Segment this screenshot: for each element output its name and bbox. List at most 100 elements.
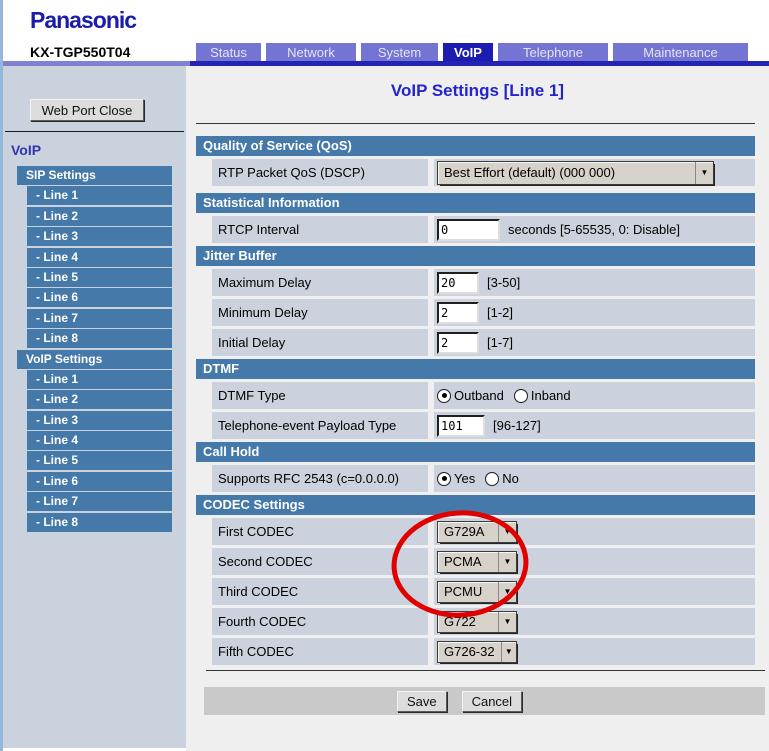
dtmf-outband-radio[interactable] bbox=[437, 388, 451, 403]
field-row-first-codec: First CODEC G729A ▼ bbox=[212, 518, 755, 545]
field-row-rtcp-interval: RTCP Interval seconds [5-65535, 0: Disab… bbox=[212, 216, 755, 243]
field-hint: [3-50] bbox=[487, 275, 521, 290]
dropdown-arrow-icon: ▼ bbox=[498, 551, 516, 572]
sidebar-item-voip-line-1[interactable]: - Line 1 bbox=[27, 369, 172, 389]
dropdown-arrow-icon: ▼ bbox=[498, 581, 516, 602]
tab-bar: Status Network System VoIP Telephone Mai… bbox=[196, 43, 748, 61]
field-label: Fourth CODEC bbox=[212, 608, 428, 635]
radio-label: Yes bbox=[454, 471, 476, 486]
tab-voip[interactable]: VoIP bbox=[443, 43, 493, 61]
sidebar-heading: VoIP bbox=[11, 142, 42, 158]
section-header-call-hold: Call Hold bbox=[196, 442, 755, 462]
sidebar-item-sip-line-5[interactable]: - Line 5 bbox=[27, 267, 172, 287]
field-hint: [1-2] bbox=[487, 305, 514, 320]
browser-page: Panasonic KX-TGP550T04 Status Network Sy… bbox=[0, 0, 769, 751]
field-row-dtmf-type: DTMF Type Outband Inband bbox=[212, 382, 755, 409]
tab-maintenance[interactable]: Maintenance bbox=[613, 43, 748, 61]
action-bar: Save Cancel bbox=[204, 687, 765, 715]
first-codec-select[interactable]: G729A ▼ bbox=[437, 520, 517, 543]
initial-delay-input[interactable] bbox=[437, 331, 479, 354]
field-row-initial-delay: Initial Delay [1-7] bbox=[212, 329, 755, 356]
dtmf-inband-radio[interactable] bbox=[513, 388, 528, 403]
page-title: VoIP Settings [Line 1] bbox=[390, 81, 565, 100]
sidebar-menu: SIP Settings - Line 1 - Line 2 - Line 3 … bbox=[3, 166, 186, 532]
sidebar-divider bbox=[5, 131, 184, 132]
sidebar-item-voip-line-3[interactable]: - Line 3 bbox=[27, 410, 172, 430]
footer-divider bbox=[206, 670, 765, 671]
panasonic-logo: Panasonic bbox=[30, 7, 137, 33]
sidebar-item-sip-line-2[interactable]: - Line 2 bbox=[27, 206, 172, 226]
fifth-codec-value: G726-32 bbox=[444, 644, 495, 659]
field-label: Telephone-event Payload Type bbox=[212, 412, 428, 439]
rtp-qos-selected-value: Best Effort (default) (000 000) bbox=[444, 165, 616, 180]
sidebar-item-sip-line-1[interactable]: - Line 1 bbox=[27, 186, 172, 206]
field-label: DTMF Type bbox=[212, 382, 428, 409]
section-header-codec: CODEC Settings bbox=[196, 495, 755, 515]
field-row-rtp-qos: RTP Packet QoS (DSCP) Best Effort (defau… bbox=[212, 159, 755, 186]
field-label: RTP Packet QoS (DSCP) bbox=[212, 159, 428, 186]
first-codec-value: G729A bbox=[444, 524, 485, 539]
field-row-fourth-codec: Fourth CODEC G722 ▼ bbox=[212, 608, 755, 635]
sidebar-item-sip-line-7[interactable]: - Line 7 bbox=[27, 308, 172, 328]
third-codec-select[interactable]: PCMU ▼ bbox=[437, 580, 517, 603]
rfc2543-no-radio[interactable] bbox=[485, 471, 500, 486]
sidebar-item-voip-line-8[interactable]: - Line 8 bbox=[27, 512, 172, 532]
fourth-codec-select[interactable]: G722 ▼ bbox=[437, 610, 517, 633]
payload-type-input[interactable] bbox=[437, 414, 485, 437]
field-row-second-codec: Second CODEC PCMA ▼ bbox=[212, 548, 755, 575]
rfc2543-yes-radio[interactable] bbox=[437, 471, 451, 486]
settings-form: Quality of Service (QoS) RTP Packet QoS … bbox=[196, 136, 765, 715]
field-hint: seconds [5-65535, 0: Disable] bbox=[508, 222, 680, 237]
maximum-delay-input[interactable] bbox=[437, 271, 479, 294]
sidebar-item-voip-line-5[interactable]: - Line 5 bbox=[27, 451, 172, 471]
radio-label: Inband bbox=[530, 388, 571, 403]
sidebar: Web Port Close VoIP SIP Settings - Line … bbox=[3, 66, 186, 748]
second-codec-select[interactable]: PCMA ▼ bbox=[437, 550, 517, 573]
field-hint: [1-7] bbox=[487, 335, 514, 350]
tab-telephone[interactable]: Telephone bbox=[498, 43, 608, 61]
field-label: RTCP Interval bbox=[212, 216, 428, 243]
save-button[interactable]: Save bbox=[396, 690, 447, 712]
tab-system[interactable]: System bbox=[361, 43, 438, 61]
sidebar-item-sip-settings[interactable]: SIP Settings bbox=[17, 166, 172, 185]
second-codec-value: PCMA bbox=[444, 554, 482, 569]
sidebar-item-voip-line-7[interactable]: - Line 7 bbox=[27, 492, 172, 512]
rtcp-interval-input[interactable] bbox=[437, 218, 500, 241]
field-row-fifth-codec: Fifth CODEC G726-32 ▼ bbox=[212, 638, 755, 665]
sidebar-item-voip-line-2[interactable]: - Line 2 bbox=[27, 390, 172, 410]
field-row-payload-type: Telephone-event Payload Type [96-127] bbox=[212, 412, 755, 439]
section-header-jitter: Jitter Buffer bbox=[196, 246, 755, 266]
tab-network[interactable]: Network bbox=[266, 43, 356, 61]
field-label: Third CODEC bbox=[212, 578, 428, 605]
tab-status[interactable]: Status bbox=[196, 43, 261, 61]
dropdown-arrow-icon: ▼ bbox=[498, 521, 516, 542]
field-row-rfc2543: Supports RFC 2543 (c=0.0.0.0) Yes No bbox=[212, 465, 755, 492]
dropdown-arrow-icon: ▼ bbox=[500, 641, 516, 662]
field-hint: [96-127] bbox=[493, 418, 541, 433]
sidebar-item-voip-line-4[interactable]: - Line 4 bbox=[27, 431, 172, 451]
sidebar-item-voip-settings[interactable]: VoIP Settings bbox=[17, 349, 172, 369]
field-label: Fifth CODEC bbox=[212, 638, 428, 665]
web-port-close-button[interactable]: Web Port Close bbox=[30, 99, 144, 121]
cancel-button[interactable]: Cancel bbox=[461, 690, 523, 712]
fourth-codec-value: G722 bbox=[444, 614, 476, 629]
main-content: VoIP Settings [Line 1] Quality of Servic… bbox=[186, 66, 769, 751]
model-number: KX-TGP550T04 bbox=[30, 44, 131, 60]
radio-label: Outband bbox=[454, 388, 504, 403]
sidebar-item-sip-line-3[interactable]: - Line 3 bbox=[27, 227, 172, 247]
sidebar-item-sip-line-8[interactable]: - Line 8 bbox=[27, 329, 172, 349]
sidebar-item-voip-line-6[interactable]: - Line 6 bbox=[27, 471, 172, 491]
sidebar-item-sip-line-4[interactable]: - Line 4 bbox=[27, 247, 172, 267]
field-label: Second CODEC bbox=[212, 548, 428, 575]
field-label: First CODEC bbox=[212, 518, 428, 545]
section-header-statistical: Statistical Information bbox=[196, 193, 755, 213]
minimum-delay-input[interactable] bbox=[437, 301, 479, 324]
field-label: Supports RFC 2543 (c=0.0.0.0) bbox=[212, 465, 428, 492]
third-codec-value: PCMU bbox=[444, 584, 483, 599]
section-header-dtmf: DTMF bbox=[196, 359, 755, 379]
sidebar-item-sip-line-6[interactable]: - Line 6 bbox=[27, 288, 172, 308]
fifth-codec-select[interactable]: G726-32 ▼ bbox=[437, 640, 517, 663]
rtp-qos-select[interactable]: Best Effort (default) (000 000) ▼ bbox=[437, 160, 714, 185]
field-row-maximum-delay: Maximum Delay [3-50] bbox=[212, 269, 755, 296]
field-row-minimum-delay: Minimum Delay [1-2] bbox=[212, 299, 755, 326]
